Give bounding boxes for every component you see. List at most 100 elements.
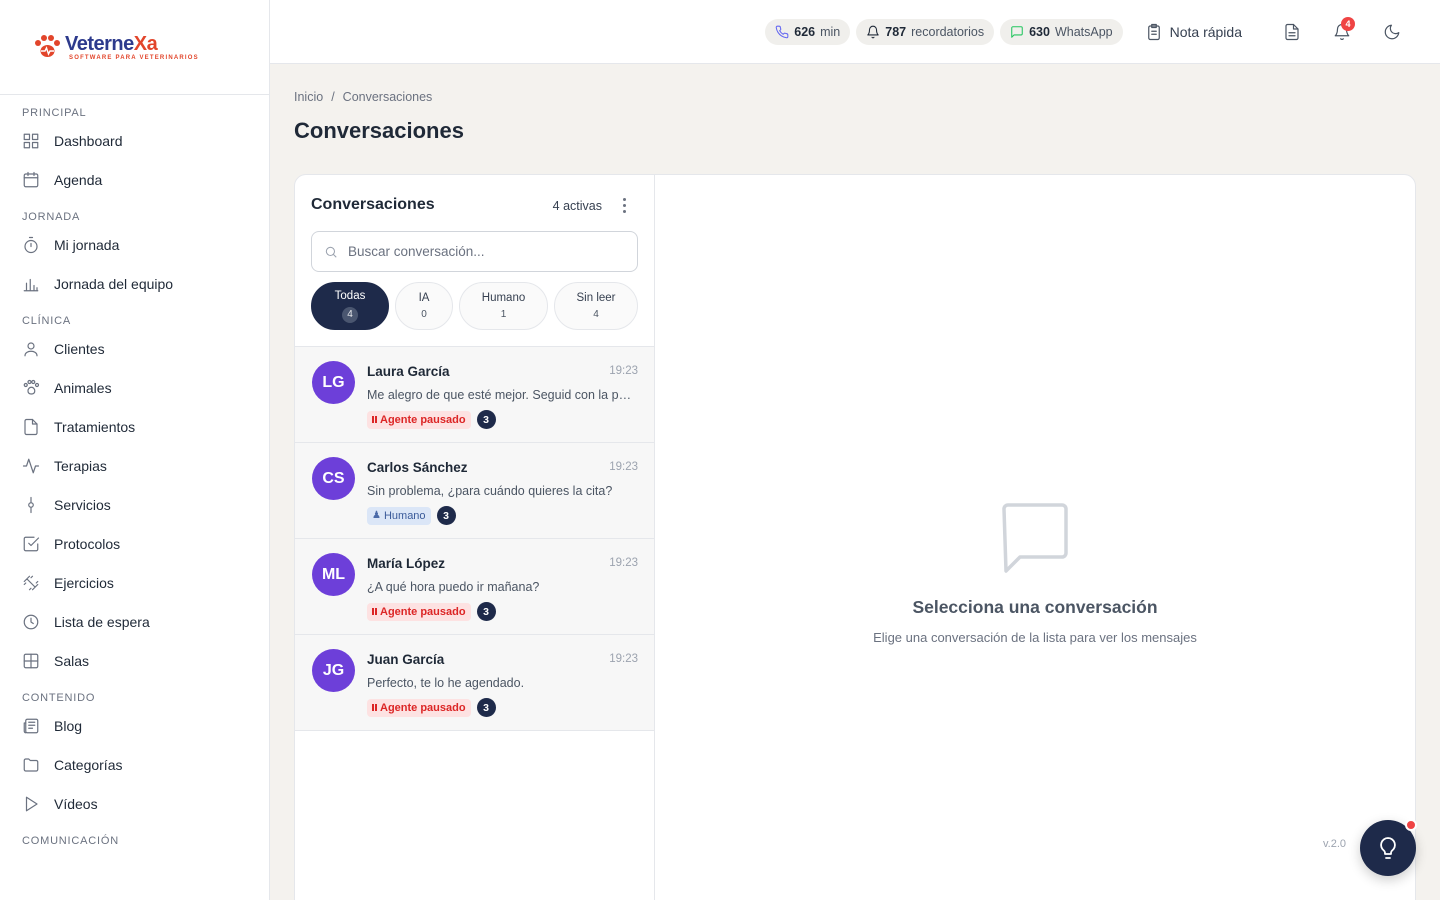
sidebar-item-clientes[interactable]: Clientes — [0, 329, 269, 368]
conversation-item[interactable]: JG Juan García 19:23 Perfecto, te lo he … — [295, 635, 654, 731]
filter-count: 1 — [500, 309, 507, 320]
status-badge: Agente pausado — [367, 410, 471, 429]
sidebar-item-label: Servicios — [54, 496, 111, 513]
sidebar-item-mi-jornada[interactable]: Mi jornada — [0, 225, 269, 264]
sidebar-item-agenda[interactable]: Agenda — [0, 160, 269, 199]
quick-note-button[interactable]: Nota rápida — [1145, 23, 1242, 41]
conversation-item[interactable]: CS Carlos Sánchez 19:23 Sin problema, ¿p… — [295, 443, 654, 539]
lightbulb-icon — [1380, 837, 1396, 859]
avatar: CS — [312, 457, 355, 500]
avatar: ML — [312, 553, 355, 596]
status-badge: ♟ Humano — [367, 506, 431, 525]
sidebar-item-jornada-equipo[interactable]: Jornada del equipo — [0, 264, 269, 303]
sidebar-item-label: Ejercicios — [54, 574, 114, 591]
filter-humano[interactable]: Humano 1 — [459, 282, 548, 330]
empty-state: Selecciona una conversación Elige una co… — [655, 175, 1415, 900]
moon-icon — [1384, 24, 1400, 39]
message-time: 19:23 — [609, 461, 638, 473]
conversations-panel: Conversaciones 4 activas Todas 4 IA 0 Hu… — [294, 174, 1416, 900]
sidebar-item-videos[interactable]: Vídeos — [0, 784, 269, 823]
section-label-comunicacion: COMUNICACIÓN — [22, 835, 119, 847]
unread-count-badge: 3 — [476, 602, 496, 621]
bell-small-icon — [867, 25, 880, 38]
pause-icon — [372, 608, 377, 615]
filter-count: 4 — [593, 309, 599, 320]
whatsapp-unit: WhatsApp — [1054, 24, 1113, 39]
sidebar-item-salas[interactable]: Salas — [0, 641, 269, 680]
sidebar-item-label: Vídeos — [54, 795, 98, 812]
clipboard-icon — [1147, 23, 1160, 40]
notifications-badge: 4 — [1341, 16, 1355, 31]
sidebar-item-label: Animales — [54, 379, 112, 396]
message-preview: Me alegro de que esté mejor. Seguid con … — [367, 388, 637, 402]
sidebar-item-label: Tratamientos — [54, 418, 136, 435]
sidebar-item-protocolos[interactable]: Protocolos — [0, 524, 269, 563]
layout-icon — [23, 653, 39, 668]
documents-button[interactable] — [1274, 14, 1310, 50]
message-time: 19:23 — [609, 653, 638, 665]
filter-label: Todas — [334, 289, 366, 302]
breadcrumb-home[interactable]: Inicio — [294, 90, 323, 104]
unread-count-badge: 3 — [436, 506, 456, 525]
sidebar-item-terapias[interactable]: Terapias — [0, 446, 269, 485]
sidebar-item-tratamientos[interactable]: Tratamientos — [0, 407, 269, 446]
dark-mode-toggle[interactable] — [1374, 14, 1410, 50]
filter-ia[interactable]: IA 0 — [395, 282, 453, 330]
unread-count-badge: 3 — [476, 410, 496, 429]
sidebar-item-ejercicios[interactable]: Ejercicios — [0, 563, 269, 602]
notifications-button[interactable]: 4 — [1324, 14, 1360, 50]
clock-icon — [23, 614, 39, 629]
topbar: 626 min 787 recordatorios 630 WhatsApp N… — [270, 0, 1440, 64]
sidebar-item-label: Categorías — [54, 756, 123, 773]
sidebar-item-categorias[interactable]: Categorías — [0, 745, 269, 784]
brand-tagline: SOFTWARE PARA VETERINARIOS — [69, 54, 199, 61]
avatar: LG — [312, 361, 355, 404]
sidebar-item-blog[interactable]: Blog — [0, 706, 269, 745]
logo[interactable]: VeterneXa SOFTWARE PARA VETERINARIOS — [33, 34, 199, 61]
filter-sin-leer[interactable]: Sin leer 4 — [554, 282, 638, 330]
version-label: v.2.0 — [1323, 838, 1347, 850]
sidebar-item-animales[interactable]: Animales — [0, 368, 269, 407]
search-input[interactable] — [348, 244, 618, 259]
sidebar-item-label: Terapias — [54, 457, 107, 474]
contact-name: María López — [367, 556, 446, 571]
message-time: 19:23 — [609, 365, 638, 377]
quick-note-label: Nota rápida — [1169, 23, 1242, 40]
sidebar-item-label: Dashboard — [54, 132, 123, 149]
pause-icon — [372, 704, 377, 711]
sidebar-item-label: Jornada del equipo — [54, 275, 174, 292]
phone-icon — [775, 25, 789, 38]
filter-tabs: Todas 4 IA 0 Humano 1 Sin leer 4 — [311, 282, 638, 330]
chat-bubble-icon — [1011, 25, 1023, 38]
sidebar-item-dashboard[interactable]: Dashboard — [0, 121, 269, 160]
section-label-clinica: CLÍNICA — [22, 315, 71, 327]
whatsapp-pill[interactable]: 630 WhatsApp — [1000, 18, 1123, 45]
breadcrumb: Inicio / Conversaciones — [294, 90, 432, 104]
folder-icon — [23, 757, 39, 772]
page-title: Conversaciones — [294, 118, 464, 143]
conversation-list-column: Conversaciones 4 activas Todas 4 IA 0 Hu… — [295, 175, 655, 900]
newspaper-icon — [23, 718, 39, 733]
filter-todas[interactable]: Todas 4 — [311, 282, 389, 330]
person-icon: ♟ — [372, 510, 381, 521]
conversation-list-header: Conversaciones 4 activas Todas 4 IA 0 Hu… — [295, 175, 654, 347]
grid-icon — [23, 133, 39, 148]
reminders-value: 787 — [885, 24, 907, 39]
filter-count: 4 — [342, 306, 358, 323]
whatsapp-value: 630 — [1029, 24, 1050, 39]
calls-minutes-pill[interactable]: 626 min — [765, 18, 851, 45]
sidebar-item-lista-espera[interactable]: Lista de espera — [0, 602, 269, 641]
filter-label: Sin leer — [576, 292, 616, 304]
sidebar: VeterneXa SOFTWARE PARA VETERINARIOS PRI… — [0, 0, 270, 900]
message-preview: ¿A qué hora puedo ir mañana? — [367, 580, 540, 594]
conversation-item[interactable]: ML María López 19:23 ¿A qué hora puedo i… — [295, 539, 654, 635]
conversation-item[interactable]: LG Laura García 19:23 Me alegro de que e… — [295, 347, 654, 443]
user-icon — [24, 341, 38, 356]
more-options-icon[interactable] — [616, 195, 632, 215]
status-badge: Agente pausado — [367, 698, 471, 717]
sidebar-item-servicios[interactable]: Servicios — [0, 485, 269, 524]
sidebar-nav: PRINCIPAL Dashboard Agenda JORNADA Mi jo… — [0, 95, 269, 849]
reminders-pill[interactable]: 787 recordatorios — [856, 18, 995, 45]
calls-unit: min — [820, 24, 841, 39]
message-preview: Sin problema, ¿para cuándo quieres la ci… — [367, 484, 613, 498]
